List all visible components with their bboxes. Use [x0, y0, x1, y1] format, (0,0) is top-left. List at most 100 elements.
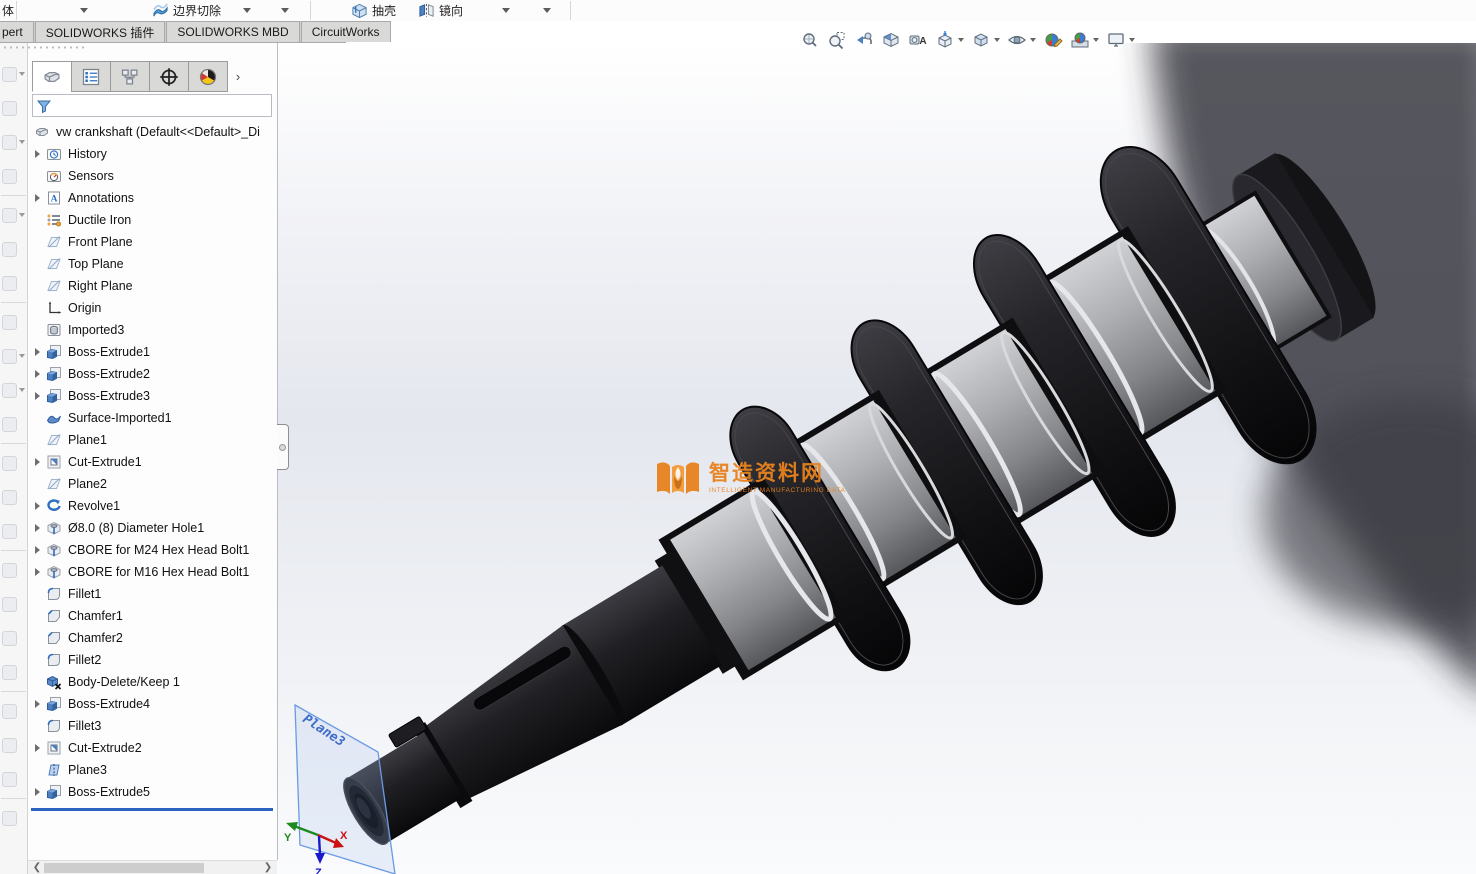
boundary-cut-button[interactable]: 边界切除	[152, 0, 221, 21]
expand-arrow-icon[interactable]	[28, 568, 46, 576]
tree-item[interactable]: Revolve1	[28, 495, 276, 517]
left-toolbar-button[interactable]	[0, 762, 27, 796]
panel-gripper[interactable]	[2, 45, 88, 50]
expand-arrow-icon[interactable]	[28, 194, 46, 202]
zoom-to-fit-button[interactable]	[798, 28, 822, 52]
view-orientation-button[interactable]	[933, 28, 966, 52]
chevron-down-icon[interactable]	[1093, 38, 1099, 42]
expand-arrow-icon[interactable]	[28, 788, 46, 796]
left-toolbar-button[interactable]	[0, 305, 27, 339]
toolbar-partial-button[interactable]: 体	[2, 0, 14, 21]
dimxpertmanager-tab[interactable]	[149, 61, 189, 92]
toolbar-dropdown[interactable]	[281, 0, 289, 21]
tree-item[interactable]: Boss-Extrude2	[28, 363, 276, 385]
tree-item[interactable]: Chamfer2	[28, 627, 276, 649]
tree-item[interactable]: Boss-Extrude1	[28, 341, 276, 363]
tree-item[interactable]: Right Plane	[28, 275, 276, 297]
tree-item[interactable]: Surface-Imported1	[28, 407, 276, 429]
displaymanager-tab[interactable]	[188, 61, 228, 92]
tree-item[interactable]: Boss-Extrude4	[28, 693, 276, 715]
left-toolbar-button[interactable]	[0, 373, 27, 407]
expand-arrow-icon[interactable]	[28, 370, 46, 378]
left-toolbar-button[interactable]	[0, 159, 27, 193]
tab-solidworks-mbd[interactable]: SOLIDWORKS MBD	[166, 21, 299, 42]
tree-filter-input[interactable]	[32, 94, 272, 117]
propertymanager-tab[interactable]	[71, 61, 111, 92]
tree-item[interactable]: Ductile Iron	[28, 209, 276, 231]
chevron-down-icon[interactable]	[19, 354, 25, 358]
crankshaft-model[interactable]: Plane3 Y X Z	[278, 43, 1476, 874]
left-toolbar-button[interactable]	[0, 480, 27, 514]
toolbar-dropdown[interactable]	[243, 0, 251, 21]
tree-item[interactable]: Fillet2	[28, 649, 276, 671]
shell-button[interactable]: 抽壳	[351, 0, 396, 21]
previous-view-button[interactable]	[852, 28, 876, 52]
expand-arrow-icon[interactable]	[28, 502, 46, 510]
configurationmanager-tab[interactable]	[110, 61, 150, 92]
chevron-down-icon[interactable]	[19, 213, 25, 217]
left-toolbar-button[interactable]	[0, 198, 27, 232]
tree-item[interactable]: AAnnotations	[28, 187, 276, 209]
tree-horizontal-scrollbar[interactable]: ❮ ❯	[28, 860, 277, 874]
tree-item[interactable]: Front Plane	[28, 231, 276, 253]
scroll-left-icon[interactable]: ❮	[30, 861, 44, 874]
chevron-down-icon[interactable]	[994, 38, 1000, 42]
left-toolbar-button[interactable]	[0, 728, 27, 762]
expand-arrow-icon[interactable]	[28, 392, 46, 400]
expand-arrow-icon[interactable]	[28, 524, 46, 532]
chevron-down-icon[interactable]	[19, 388, 25, 392]
left-toolbar-button[interactable]	[0, 621, 27, 655]
left-toolbar-button[interactable]	[0, 91, 27, 125]
panel-tabs-overflow[interactable]: ›	[227, 61, 249, 92]
left-toolbar-button[interactable]	[0, 655, 27, 689]
tree-item[interactable]: Boss-Extrude5	[28, 781, 276, 803]
tree-item[interactable]: Imported3	[28, 319, 276, 341]
tab-dimxpert-partial[interactable]: pert	[0, 21, 34, 42]
chevron-down-icon[interactable]	[958, 38, 964, 42]
tree-item[interactable]: Top Plane	[28, 253, 276, 275]
left-toolbar-button[interactable]	[0, 266, 27, 300]
display-style-button[interactable]	[969, 28, 1002, 52]
tree-item[interactable]: Fillet1	[28, 583, 276, 605]
tree-item[interactable]: Cut-Extrude2	[28, 737, 276, 759]
left-toolbar-button[interactable]	[0, 587, 27, 621]
left-toolbar-button[interactable]	[0, 694, 27, 728]
apply-scene-button[interactable]	[1068, 28, 1101, 52]
scrollbar-thumb[interactable]	[44, 863, 204, 873]
tree-item[interactable]: CBORE for M24 Hex Head Bolt1	[28, 539, 276, 561]
left-toolbar-button[interactable]	[0, 339, 27, 373]
chevron-down-icon[interactable]	[19, 72, 25, 76]
tree-item[interactable]: Ø8.0 (8) Diameter Hole1	[28, 517, 276, 539]
tree-item[interactable]: History	[28, 143, 276, 165]
tree-root-item[interactable]: vw crankshaft (Default<<Default>_Di	[28, 121, 276, 143]
edit-appearance-button[interactable]	[1041, 28, 1065, 52]
panel-splitter-handle[interactable]	[277, 424, 289, 470]
left-toolbar-button[interactable]	[0, 514, 27, 548]
left-toolbar-button[interactable]	[0, 446, 27, 480]
hide-show-items-button[interactable]	[1005, 28, 1038, 52]
left-toolbar-button[interactable]	[0, 801, 27, 835]
tab-circuitworks[interactable]: CircuitWorks	[301, 21, 391, 42]
scroll-right-icon[interactable]: ❯	[261, 861, 275, 874]
tree-item[interactable]: Boss-Extrude3	[28, 385, 276, 407]
rollback-bar[interactable]	[31, 808, 273, 811]
tree-item[interactable]: Plane1	[28, 429, 276, 451]
section-view-button[interactable]	[879, 28, 903, 52]
tree-item[interactable]: Cut-Extrude1	[28, 451, 276, 473]
tree-item[interactable]: Plane2	[28, 473, 276, 495]
left-toolbar-button[interactable]	[0, 232, 27, 266]
tree-item[interactable]: Body-Delete/Keep 1	[28, 671, 276, 693]
left-toolbar-button[interactable]	[0, 407, 27, 441]
tree-item[interactable]: Sensors	[28, 165, 276, 187]
left-toolbar-button[interactable]	[0, 57, 27, 91]
chevron-down-icon[interactable]	[1129, 38, 1135, 42]
tree-item[interactable]: CBORE for M16 Hex Head Bolt1	[28, 561, 276, 583]
mirror-button[interactable]: 镜向	[418, 0, 463, 21]
tree-item[interactable]: Origin	[28, 297, 276, 319]
tree-item[interactable]: Plane3	[28, 759, 276, 781]
tree-item[interactable]: Fillet3	[28, 715, 276, 737]
expand-arrow-icon[interactable]	[28, 458, 46, 466]
toolbar-dropdown[interactable]	[543, 0, 551, 21]
tab-solidworks-addins[interactable]: SOLIDWORKS 插件	[35, 21, 166, 42]
plane3-reference[interactable]: Plane3	[295, 705, 395, 874]
